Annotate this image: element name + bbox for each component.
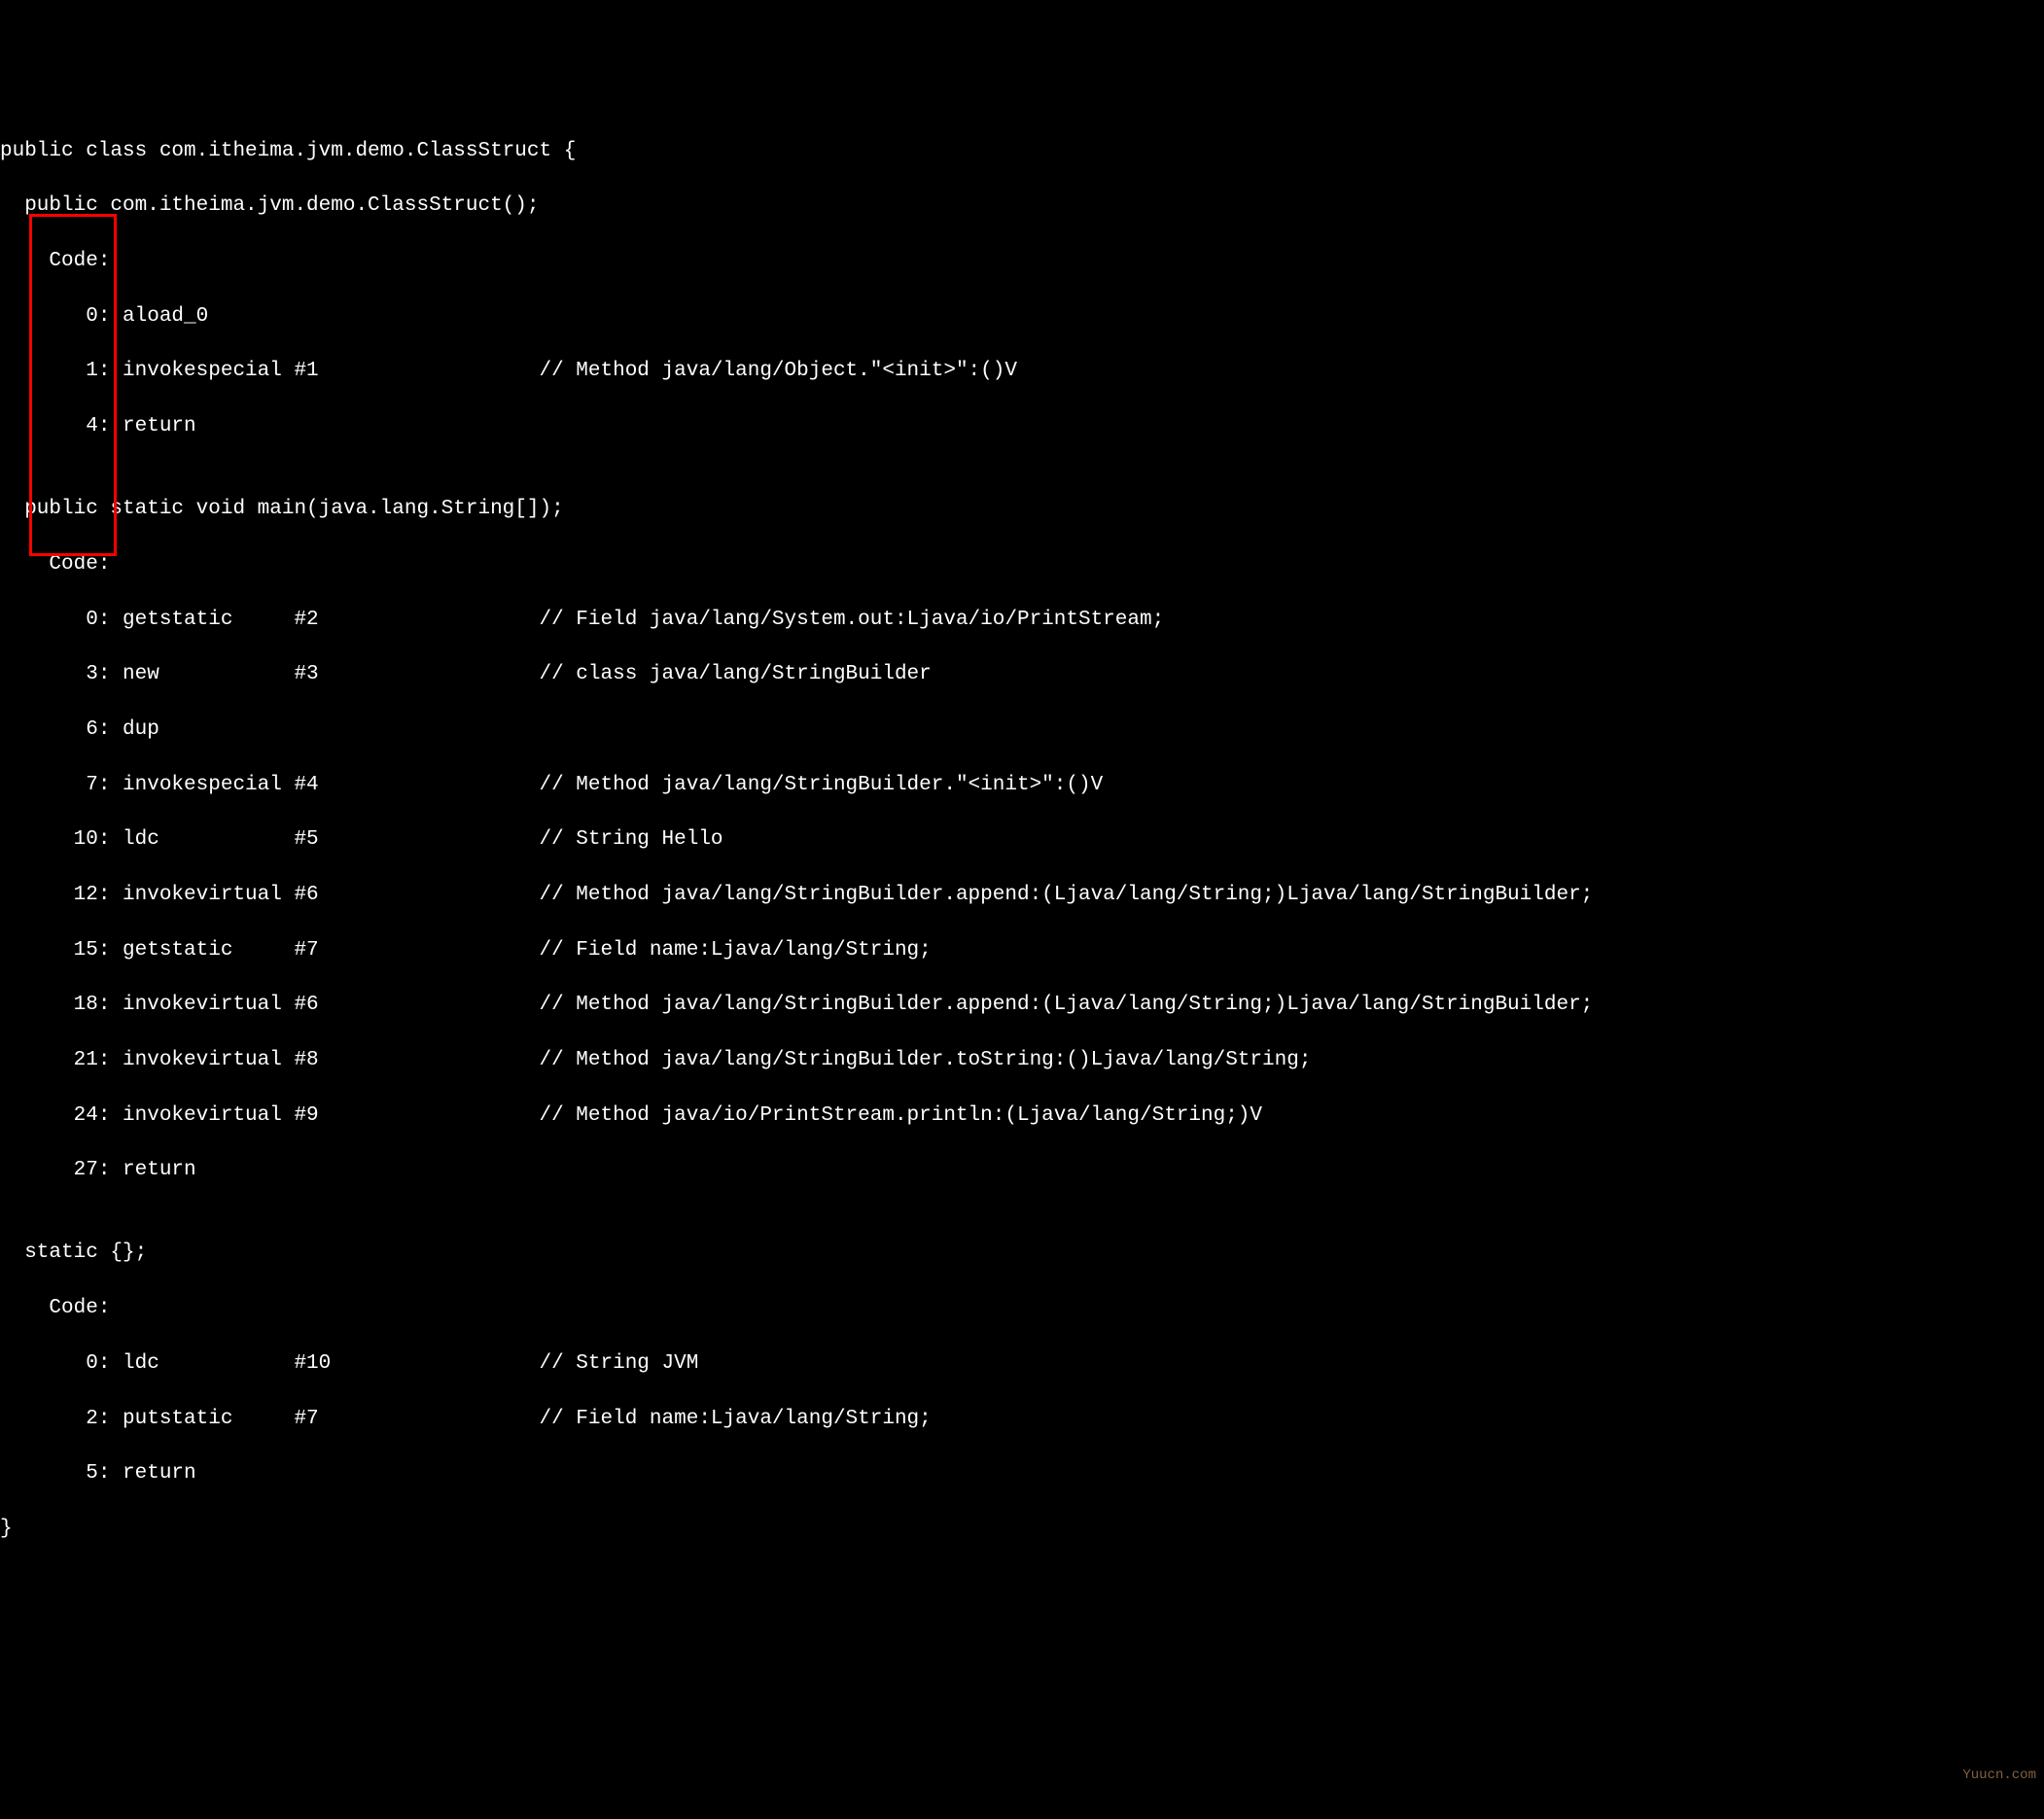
code-line: static {}; bbox=[0, 1240, 2044, 1267]
code-line: 18: invokevirtual #6 // Method java/lang… bbox=[0, 992, 2044, 1019]
watermark: Yuucn.com bbox=[1962, 1767, 2036, 1785]
code-line: 15: getstatic #7 // Field name:Ljava/lan… bbox=[0, 937, 2044, 964]
code-line: 2: putstatic #7 // Field name:Ljava/lang… bbox=[0, 1406, 2044, 1433]
code-line: 3: new #3 // class java/lang/StringBuild… bbox=[0, 661, 2044, 688]
code-line: 0: aload_0 bbox=[0, 303, 2044, 331]
code-line: 27: return bbox=[0, 1157, 2044, 1184]
code-line: 6: dup bbox=[0, 717, 2044, 744]
code-line: public com.itheima.jvm.demo.ClassStruct(… bbox=[0, 192, 2044, 220]
code-line: Code: bbox=[0, 551, 2044, 578]
code-line: Code: bbox=[0, 248, 2044, 275]
code-line: public class com.itheima.jvm.demo.ClassS… bbox=[0, 138, 2044, 165]
code-line: 0: ldc #10 // String JVM bbox=[0, 1350, 2044, 1378]
terminal-output: public class com.itheima.jvm.demo.ClassS… bbox=[0, 110, 2044, 1570]
code-line: 12: invokevirtual #6 // Method java/lang… bbox=[0, 882, 2044, 909]
code-line: 21: invokevirtual #8 // Method java/lang… bbox=[0, 1047, 2044, 1074]
code-line: Code: bbox=[0, 1295, 2044, 1322]
code-line: 7: invokespecial #4 // Method java/lang/… bbox=[0, 772, 2044, 799]
code-line: 4: return bbox=[0, 413, 2044, 440]
code-line: 24: invokevirtual #9 // Method java/io/P… bbox=[0, 1102, 2044, 1130]
code-line: public static void main(java.lang.String… bbox=[0, 496, 2044, 523]
code-line: } bbox=[0, 1516, 2044, 1543]
code-line: 5: return bbox=[0, 1460, 2044, 1487]
code-line: 0: getstatic #2 // Field java/lang/Syste… bbox=[0, 607, 2044, 634]
code-line: 1: invokespecial #1 // Method java/lang/… bbox=[0, 358, 2044, 385]
code-line: 10: ldc #5 // String Hello bbox=[0, 826, 2044, 854]
